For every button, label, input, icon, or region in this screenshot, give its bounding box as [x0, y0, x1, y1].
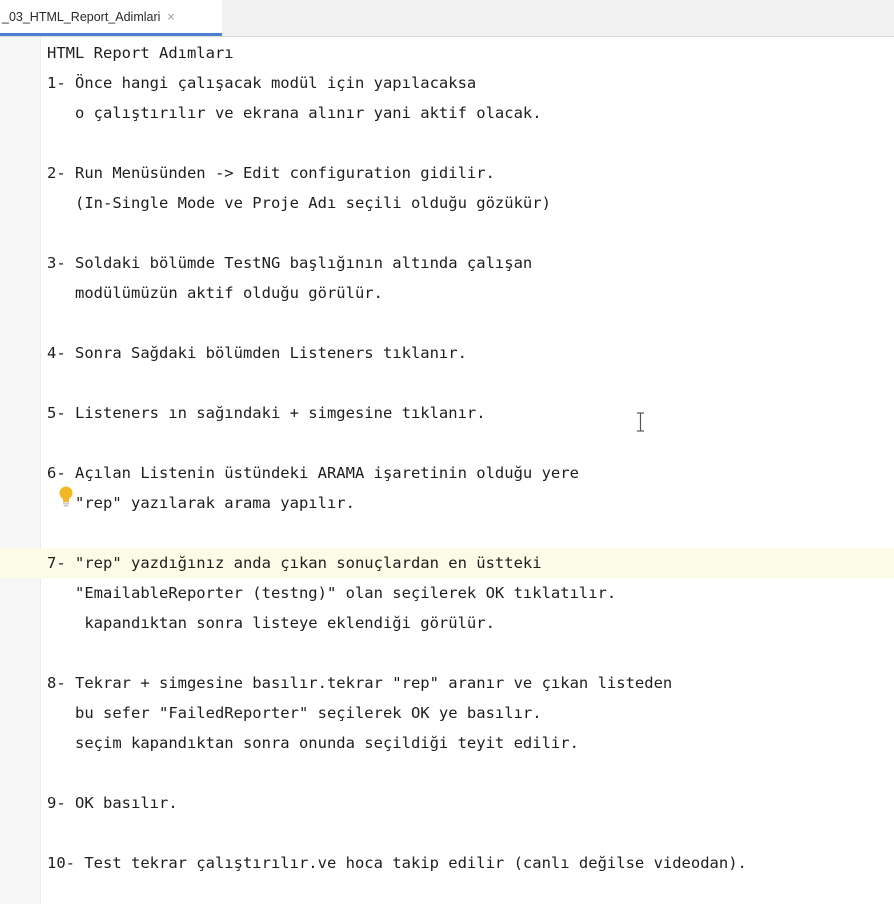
- code-line[interactable]: 6- Açılan Listenin üstündeki ARAMA işare…: [0, 458, 894, 488]
- editor-tab[interactable]: _03_HTML_Report_Adimlari ×: [0, 0, 222, 36]
- close-icon[interactable]: ×: [166, 11, 175, 22]
- text-cursor-icon: [637, 412, 644, 432]
- code-line-text: "rep" yazılarak arama yapılır.: [47, 494, 355, 512]
- code-line-text: kapandıktan sonra listeye eklendiği görü…: [47, 614, 495, 632]
- code-line-text: 1- Önce hangi çalışacak modül için yapıl…: [47, 74, 477, 92]
- code-line[interactable]: 4- Sonra Sağdaki bölümden Listeners tıkl…: [0, 338, 894, 368]
- code-line[interactable]: bu sefer "FailedReporter" seçilerek OK y…: [0, 698, 894, 728]
- code-line-text: 10- Test tekrar çalıştırılır.ve hoca tak…: [47, 854, 747, 872]
- code-line-text: modülümüzün aktif olduğu görülür.: [47, 284, 383, 302]
- code-line[interactable]: seçim kapandıktan sonra onunda seçildiği…: [0, 728, 894, 758]
- code-line[interactable]: 5- Listeners ın sağındaki + simgesine tı…: [0, 398, 894, 428]
- code-line[interactable]: o çalıştırılır ve ekrana alınır yani akt…: [0, 98, 894, 128]
- code-line-text: bu sefer "FailedReporter" seçilerek OK y…: [47, 704, 542, 722]
- code-line-text: seçim kapandıktan sonra onunda seçildiği…: [47, 734, 579, 752]
- code-area[interactable]: HTML Report Adımları 1- Önce hangi çalışa…: [0, 37, 894, 904]
- code-line-text: 5- Listeners ın sağındaki + simgesine tı…: [47, 404, 486, 422]
- code-line[interactable]: [0, 758, 894, 788]
- code-line[interactable]: modülümüzün aktif olduğu görülür.: [0, 278, 894, 308]
- code-line[interactable]: kapandıktan sonra listeye eklendiği görü…: [0, 608, 894, 638]
- code-line[interactable]: 8- Tekrar + simgesine basılır.tekrar "re…: [0, 668, 894, 698]
- code-line-text: 9- OK basılır.: [47, 794, 178, 812]
- code-line-text: o çalıştırılır ve ekrana alınır yani akt…: [47, 104, 542, 122]
- code-line-text: 3- Soldaki bölümde TestNG başlığının alt…: [47, 254, 533, 272]
- code-line-text: 4- Sonra Sağdaki bölümden Listeners tıkl…: [47, 344, 467, 362]
- code-line[interactable]: [0, 428, 894, 458]
- code-line[interactable]: [0, 368, 894, 398]
- code-line[interactable]: 9- OK basılır.: [0, 788, 894, 818]
- code-line[interactable]: [0, 218, 894, 248]
- code-line[interactable]: [0, 128, 894, 158]
- code-line[interactable]: [0, 638, 894, 668]
- code-line[interactable]: [0, 308, 894, 338]
- code-line[interactable]: (In-Single Mode ve Proje Adı seçili oldu…: [0, 188, 894, 218]
- current-code-line[interactable]: 7- "rep" yazdığınız anda çıkan sonuçlard…: [0, 548, 894, 578]
- code-line[interactable]: HTML Report Adımları: [0, 38, 894, 68]
- code-line[interactable]: 2- Run Menüsünden -> Edit configuration …: [0, 158, 894, 188]
- code-line-text: 8- Tekrar + simgesine basılır.tekrar "re…: [47, 674, 673, 692]
- code-line-text: "EmailableReporter (testng)" olan seçile…: [47, 584, 617, 602]
- code-line[interactable]: [0, 518, 894, 548]
- code-line[interactable]: "rep" yazılarak arama yapılır.: [0, 488, 894, 518]
- code-line-text: 7- "rep" yazdığınız anda çıkan sonuçlard…: [47, 554, 542, 572]
- code-line[interactable]: "EmailableReporter (testng)" olan seçile…: [0, 578, 894, 608]
- code-line-text: 2- Run Menüsünden -> Edit configuration …: [47, 164, 495, 182]
- lightbulb-icon[interactable]: [58, 486, 74, 508]
- editor-window: _03_HTML_Report_Adimlari × HTML Report A…: [0, 0, 894, 904]
- code-line-text: (In-Single Mode ve Proje Adı seçili oldu…: [47, 194, 551, 212]
- editor-tab-bar: _03_HTML_Report_Adimlari ×: [0, 0, 894, 37]
- code-line[interactable]: 3- Soldaki bölümde TestNG başlığının alt…: [0, 248, 894, 278]
- code-line-text: HTML Report Adımları: [47, 44, 234, 62]
- editor-tab-label: _03_HTML_Report_Adimlari: [2, 9, 161, 24]
- code-line-text: 6- Açılan Listenin üstündeki ARAMA işare…: [47, 464, 579, 482]
- code-line[interactable]: 1- Önce hangi çalışacak modül için yapıl…: [0, 68, 894, 98]
- code-line[interactable]: 10- Test tekrar çalıştırılır.ve hoca tak…: [0, 848, 894, 878]
- code-line[interactable]: [0, 818, 894, 848]
